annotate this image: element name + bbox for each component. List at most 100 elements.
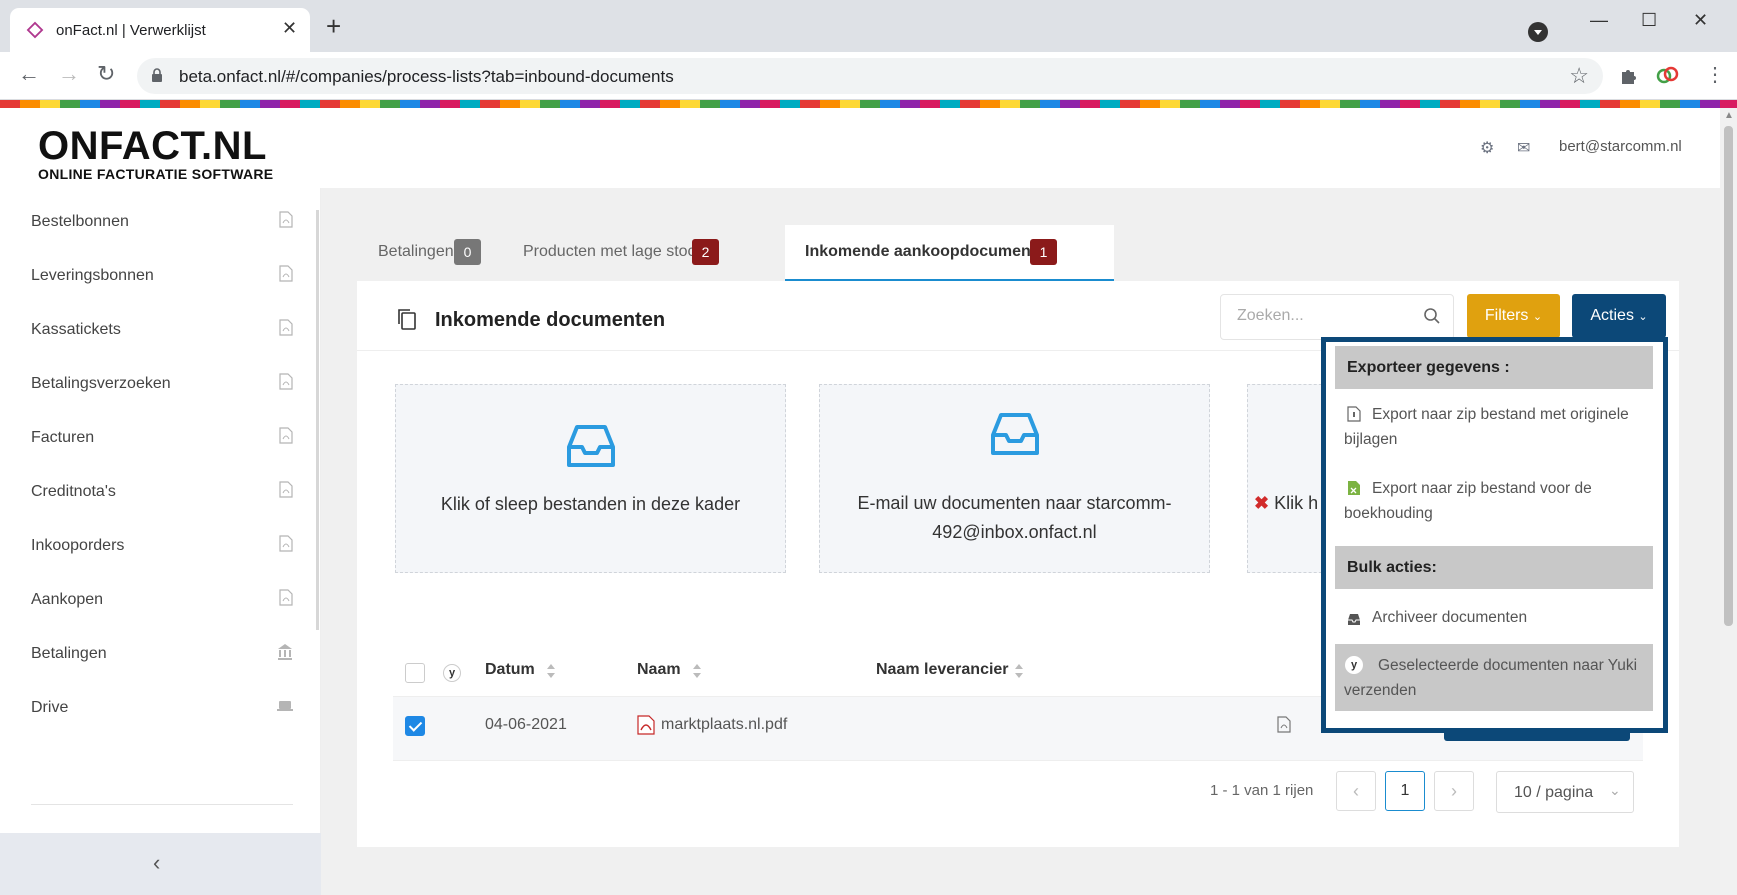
sidebar-item-leveringsbonnen[interactable]: Leveringsbonnen [31, 262, 293, 292]
sidebar-item-label: Creditnota's [31, 483, 116, 500]
third-dropzone[interactable]: ✖ Klik h [1247, 384, 1327, 573]
third-dropzone-label: Klik h [1274, 493, 1319, 513]
export-zip-originals-item[interactable]: Export naar zip bestand met originele bi… [1335, 393, 1653, 461]
sidebar-item-label: Betalingsverzoeken [31, 375, 171, 392]
sidebar-item-label: Aankopen [31, 591, 104, 608]
forward-icon[interactable]: → [58, 63, 80, 85]
app-header: ONFACT.NL ONLINE FACTURATIE SOFTWARE ⚙ ✉… [0, 108, 1720, 188]
sidebar-item-drive[interactable]: Drive [31, 694, 293, 724]
menu-item-label: Export naar zip bestand met originele bi… [1344, 406, 1629, 448]
page-1-button[interactable]: 1 [1385, 771, 1425, 811]
extensions-puzzle-icon[interactable] [1618, 64, 1640, 86]
section-header: Exporteer gegevens : [1347, 359, 1510, 376]
documents-copy-icon [398, 309, 416, 330]
scroll-up-icon[interactable]: ▲ [1724, 110, 1734, 121]
sort-arrows-icon[interactable] [546, 663, 556, 679]
url-field[interactable]: beta.onfact.nl/#/companies/process-lists… [137, 58, 1603, 94]
chevron-down-icon: ⌄ [1638, 311, 1648, 323]
next-page-button[interactable]: › [1434, 771, 1474, 811]
sidebar-item-label: Bestelbonnen [31, 213, 129, 230]
row-checkbox[interactable] [405, 716, 425, 736]
sidebar-item-creditnotas[interactable]: Creditnota's [31, 478, 293, 508]
prev-page-button[interactable]: ‹ [1336, 771, 1376, 811]
select-all-checkbox[interactable] [405, 663, 425, 683]
tab-betalingen[interactable]: Betalingen 0 [357, 225, 508, 281]
tab-producten-lage-stock[interactable]: Producten met lage stock 2 [508, 225, 745, 281]
dropdown-section-bulk: Bulk acties: [1335, 546, 1653, 589]
third-dropzone-text: ✖ Klik h [1254, 493, 1318, 514]
tab-label: Producten met lage stock [523, 243, 704, 260]
sidebar-item-facturen[interactable]: Facturen [31, 424, 293, 454]
pdf-file-icon [279, 427, 293, 444]
sidebar-item-label: Kassatickets [31, 321, 121, 338]
upload-dropzone[interactable]: Klik of sleep bestanden in deze kader [395, 384, 786, 573]
close-window-icon[interactable]: ✕ [1693, 10, 1708, 31]
sidebar-item-aankopen[interactable]: Aankopen [31, 586, 293, 616]
section-header: Bulk acties: [1347, 559, 1437, 576]
reload-icon[interactable]: ↻ [97, 63, 115, 85]
column-header-naam-leverancier[interactable]: Naam leverancier [876, 661, 1009, 679]
sidebar-scrollbar[interactable] [316, 210, 319, 630]
browser-tab[interactable]: onFact.nl | Verwerklijst ✕ [10, 8, 310, 52]
sidebar-divider [31, 804, 293, 805]
settings-cogs-icon[interactable]: ⚙ [1480, 138, 1494, 158]
mail-icon[interactable]: ✉ [1517, 138, 1530, 158]
sidebar-item-betalingen[interactable]: Betalingen [31, 640, 293, 670]
sort-arrows-icon[interactable] [1014, 663, 1024, 679]
sidebar: Bestelbonnen Leveringsbonnen Kassaticket… [0, 188, 321, 895]
extension-rings-icon[interactable] [1655, 64, 1681, 86]
onfact-favicon-icon [26, 21, 44, 39]
send-to-yuki-item[interactable]: y Geselecteerde documenten naar Yuki ver… [1335, 644, 1653, 711]
search-input[interactable] [1237, 307, 1417, 325]
address-bar: ← → ↻ beta.onfact.nl/#/companies/process… [0, 52, 1737, 100]
sidebar-footer: ‹ [0, 833, 321, 895]
pdf-file-icon [279, 265, 293, 282]
bookmark-star-icon[interactable]: ☆ [1569, 63, 1589, 89]
minimize-icon[interactable]: — [1590, 10, 1608, 31]
sidebar-item-betalingsverzoeken[interactable]: Betalingsverzoeken [31, 370, 293, 400]
inbox-tray-icon [991, 413, 1039, 455]
url-text: beta.onfact.nl/#/companies/process-lists… [179, 67, 674, 86]
count-badge: 0 [454, 239, 481, 265]
archive-documents-item[interactable]: Archiveer documenten [1335, 596, 1653, 639]
browser-tab-bar: onFact.nl | Verwerklijst ✕ + — ☐ ✕ [0, 0, 1737, 52]
pdf-file-icon [279, 589, 293, 606]
user-email[interactable]: bert@starcomm.nl [1559, 138, 1682, 155]
page-size-select[interactable]: 10 / pagina ⌄ [1496, 771, 1634, 813]
filters-label: Filters [1484, 307, 1529, 324]
logo-title[interactable]: ONFACT.NL [38, 124, 267, 169]
upload-dropzone-text: Klik of sleep bestanden in deze kader [440, 494, 741, 514]
maximize-icon[interactable]: ☐ [1641, 10, 1657, 31]
page-scrollbar[interactable]: ▲ [1720, 108, 1737, 895]
sidebar-item-bestelbonnen[interactable]: Bestelbonnen [31, 208, 293, 238]
sidebar-item-label: Leveringsbonnen [31, 267, 154, 284]
scrollbar-thumb[interactable] [1724, 126, 1733, 626]
export-zip-accounting-item[interactable]: Export naar zip bestand voor de boekhoud… [1335, 467, 1653, 535]
sidebar-item-label: Inkooporders [31, 537, 125, 554]
menu-item-label: Geselecteerde documenten naar Yuki verze… [1344, 657, 1638, 699]
acties-button[interactable]: Acties ⌄ [1572, 294, 1666, 338]
collapse-sidebar-chevron-icon[interactable]: ‹ [153, 850, 160, 876]
drive-icon [277, 701, 293, 711]
back-icon[interactable]: ← [18, 63, 40, 85]
menu-item-label: Archiveer documenten [1372, 609, 1528, 626]
page-title: Inkomende documenten [435, 309, 666, 331]
sort-arrows-icon[interactable] [692, 663, 702, 679]
row-filename-link[interactable]: marktplaats.nl.pdf [661, 716, 787, 734]
column-header-datum[interactable]: Datum [485, 661, 535, 679]
chevron-down-icon: ⌄ [1609, 782, 1621, 798]
sidebar-item-inkooporders[interactable]: Inkooporders [31, 532, 293, 562]
filters-button[interactable]: Filters ⌄ [1467, 294, 1560, 338]
browser-menu-icon[interactable]: ⋮ [1705, 62, 1725, 87]
column-header-naam[interactable]: Naam [637, 661, 681, 679]
new-tab-icon[interactable]: + [326, 13, 341, 39]
sidebar-item-kassatickets[interactable]: Kassatickets [31, 316, 293, 346]
tab-inkomende-aankoopdocumenten[interactable]: Inkomende aankoopdocumenten 1 [785, 225, 1114, 281]
tab-label: Inkomende aankoopdocumenten [805, 243, 1055, 260]
page-size-label: 10 / pagina [1514, 784, 1594, 801]
pdf-file-icon [279, 481, 293, 498]
preview-pdf-icon[interactable] [1277, 716, 1291, 733]
tab-search-icon[interactable] [1528, 22, 1548, 42]
search-icon[interactable] [1423, 307, 1441, 325]
close-tab-icon[interactable]: ✕ [282, 18, 297, 39]
